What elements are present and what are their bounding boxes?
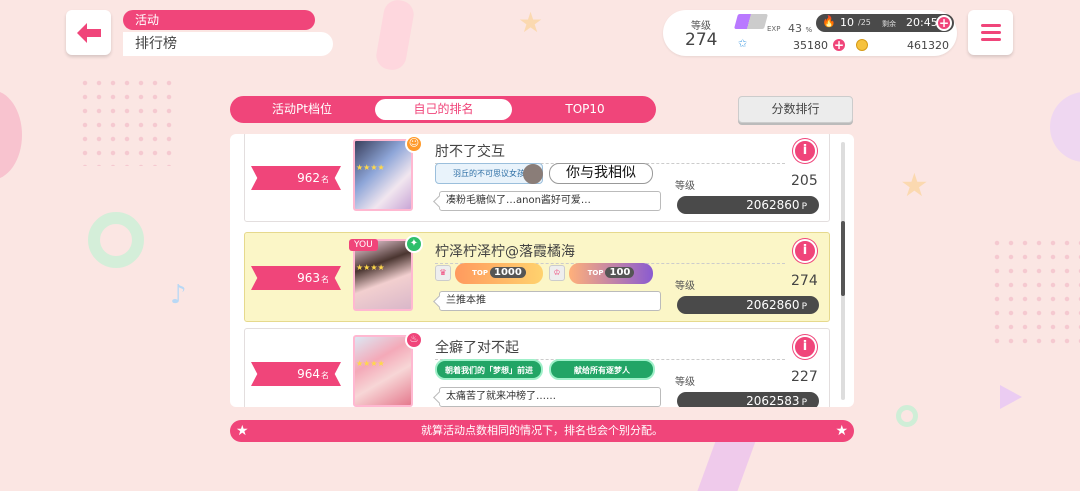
- you-badge: YOU: [349, 239, 378, 251]
- bg-confetti-dots: [78, 76, 178, 166]
- rank-ribbon: 964名: [251, 362, 341, 386]
- bg-confetti-star-2: ★: [900, 166, 929, 204]
- player-name: 全癖了对不起: [435, 337, 785, 360]
- score-ranking-button[interactable]: 分数排行: [738, 96, 853, 123]
- player-comment: 太痛苦了就来冲榜了……: [439, 387, 661, 407]
- player-titles: 羽丘的不可思议女孩 你与我相似: [435, 163, 665, 185]
- star-icon: ★: [835, 423, 848, 439]
- rank-badge-top100: TOP 100: [569, 263, 653, 284]
- bg-confetti-triangle: [374, 0, 416, 73]
- player-level-value: 227: [791, 369, 818, 385]
- title-tag: 朝着我们的「梦想」前进: [435, 359, 543, 380]
- player-card-avatar[interactable]: ★★★★: [353, 139, 413, 211]
- add-star-button[interactable]: +: [831, 37, 847, 53]
- ranking-list[interactable]: 962名 ★★★★ ☺ 肘不了交互 i 羽丘的不可思议女孩 你与我相似 凑粉毛糖…: [230, 134, 854, 407]
- bg-confetti-ring-2: [896, 405, 918, 427]
- page-title: 活动 排行榜: [123, 10, 333, 56]
- arrow-left-icon: [76, 22, 101, 43]
- event-points: 2062860 P: [677, 296, 819, 314]
- star-icon: ★: [236, 423, 249, 439]
- coin-count: 461320: [907, 39, 949, 52]
- exp-label: EXP: [767, 25, 781, 33]
- tab-top10[interactable]: TOP10: [517, 99, 653, 120]
- player-titles: 朝着我们的「梦想」前进 献给所有逐梦人: [435, 359, 665, 381]
- player-level-value: 205: [791, 173, 818, 189]
- remain-label: 剩余: [882, 20, 896, 28]
- player-status-panel: 等级 274 EXP 43 % 🔥 10 /25 剩余 20:45 + ✩ 35…: [663, 10, 957, 56]
- player-level: 274: [685, 30, 718, 50]
- trophy-icon: ♔: [549, 265, 565, 281]
- bg-confetti-half-circle: [0, 90, 22, 180]
- bg-confetti-star: ★: [518, 6, 544, 39]
- power-attribute-icon: ♨: [405, 331, 423, 349]
- player-comment: 凑粉毛糖似了…anon酱好可爱…: [439, 191, 661, 211]
- level-label: 等级: [675, 281, 695, 292]
- scrollbar-thumb[interactable]: [841, 221, 845, 296]
- notice-text: 就算活动点数相同的情况下，排名也会个别分配。: [421, 424, 663, 437]
- player-name: 柠泽柠泽柠@落霞橘海: [435, 241, 785, 264]
- card-rarity-stars: ★★★★: [356, 359, 385, 368]
- character-mini-icon: [523, 164, 543, 184]
- player-level-value: 274: [791, 273, 818, 289]
- ranking-tabs: 活动Pt档位 自己的排名 TOP10: [230, 96, 656, 123]
- menu-button[interactable]: [968, 10, 1013, 55]
- info-icon[interactable]: i: [793, 335, 817, 359]
- event-points: 2062860 P: [677, 196, 819, 214]
- remain-time: 20:45: [906, 16, 938, 29]
- crown-icon: ♛: [435, 265, 451, 281]
- player-comment: 兰推本推: [439, 291, 661, 311]
- rank-badge-top1000: TOP 1000: [455, 263, 543, 284]
- info-icon[interactable]: i: [793, 239, 817, 263]
- rank-ribbon: 963名: [251, 266, 341, 290]
- card-rarity-stars: ★★★★: [356, 263, 385, 272]
- event-points: 2062583 P: [677, 392, 819, 407]
- ranking-row[interactable]: 964名 ★★★★ ♨ 全癖了对不起 i 朝着我们的「梦想」前进 献给所有逐梦人…: [244, 328, 830, 407]
- pure-attribute-icon: ✦: [405, 235, 423, 253]
- coin-icon: [856, 39, 868, 51]
- bg-confetti-note: ♪: [170, 280, 187, 310]
- title-tag: 献给所有逐梦人: [549, 359, 655, 380]
- star-count: 35180: [793, 39, 828, 52]
- bg-confetti-ring: [88, 212, 144, 268]
- player-card-avatar[interactable]: ★★★★: [353, 335, 413, 407]
- stamina-box: 🔥 10 /25 剩余 20:45: [816, 14, 954, 32]
- add-stamina-button[interactable]: +: [936, 15, 952, 31]
- notice-bar: ★ 就算活动点数相同的情况下，排名也会个别分配。 ★: [230, 420, 854, 442]
- bg-confetti-dots-2: [990, 236, 1080, 346]
- bg-confetti-tri-right: [1000, 385, 1022, 409]
- player-name: 肘不了交互: [435, 141, 785, 164]
- bg-confetti-circle-right: [1050, 92, 1080, 162]
- page-category: 活动: [123, 10, 315, 30]
- rank-ribbon: 962名: [251, 166, 341, 190]
- stamina-max: /25: [858, 18, 871, 27]
- tab-event-pt-tier[interactable]: 活动Pt档位: [234, 99, 370, 120]
- hamburger-icon: [980, 24, 1001, 27]
- player-titles: ♛ TOP 1000 ♔ TOP 100: [435, 263, 665, 285]
- level-label: 等级: [675, 377, 695, 388]
- exp-bar: [733, 14, 769, 29]
- ranking-row[interactable]: 962名 ★★★★ ☺ 肘不了交互 i 羽丘的不可思议女孩 你与我相似 凑粉毛糖…: [244, 134, 830, 222]
- stamina-value: 10: [840, 16, 854, 29]
- info-icon[interactable]: i: [793, 139, 817, 163]
- level-label: 等级: [675, 181, 695, 192]
- page-title-text: 排行榜: [123, 32, 333, 56]
- star-icon: ✩: [738, 37, 748, 50]
- flame-icon: 🔥: [822, 15, 836, 28]
- happy-attribute-icon: ☺: [405, 135, 423, 153]
- ranking-row-mine[interactable]: 963名 ★★★★ YOU ✦ 柠泽柠泽柠@落霞橘海 i ♛ TOP 1000 ♔…: [244, 232, 830, 322]
- exp-value: 43 %: [788, 22, 813, 35]
- tab-my-rank[interactable]: 自己的排名: [375, 99, 512, 120]
- back-button[interactable]: [66, 10, 111, 55]
- card-rarity-stars: ★★★★: [356, 163, 385, 172]
- title-tag-signature: 你与我相似: [549, 163, 653, 184]
